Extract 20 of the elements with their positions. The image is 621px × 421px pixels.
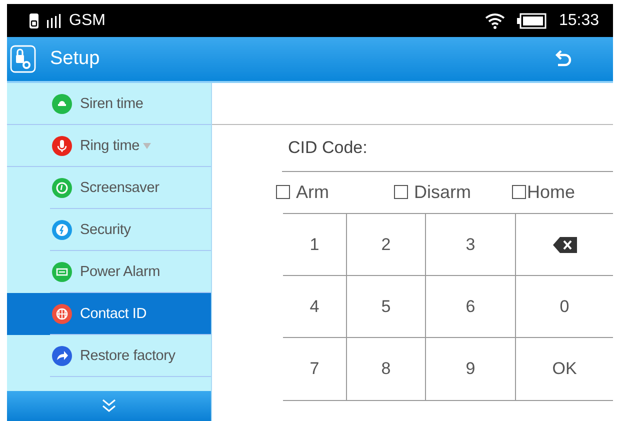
checkbox-label: Arm (296, 182, 329, 203)
keypad-key[interactable]: 3 (426, 214, 516, 276)
clock: 15:33 (558, 12, 599, 30)
menu-item[interactable]: Power Alarm (7, 251, 211, 293)
menu-item[interactable]: Security (7, 209, 211, 251)
keypad-key[interactable]: 5 (347, 276, 426, 338)
menu-item[interactable]: Contact ID (7, 293, 211, 335)
menu-item[interactable]: Siren time (7, 83, 211, 125)
keypad-key[interactable]: 6 (426, 276, 516, 338)
keypad-key[interactable]: 4 (283, 276, 347, 338)
keypad-key[interactable]: 2 (347, 214, 426, 276)
checkbox-label: Home (527, 182, 576, 203)
menu-item[interactable]: Restore factory (7, 335, 211, 377)
menu-item[interactable]: Screensaver (7, 167, 211, 209)
cid-code-label: CID Code: (288, 138, 368, 158)
header-title: Setup (50, 48, 100, 70)
keypad-key[interactable]: 1 (283, 214, 347, 276)
menu-item[interactable]: Ring time (7, 125, 211, 167)
network-label: GSM (69, 12, 106, 30)
checkbox-label: Disarm (414, 182, 471, 203)
